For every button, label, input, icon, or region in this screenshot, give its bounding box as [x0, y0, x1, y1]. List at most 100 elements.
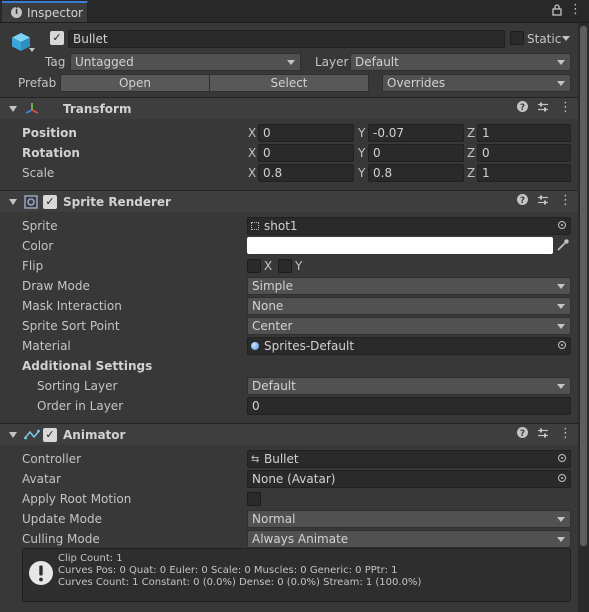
active-checkbox[interactable]: ✓: [50, 31, 64, 45]
avatar-value: None (Avatar): [252, 472, 336, 486]
tab-bar: [0, 0, 589, 23]
sprite-renderer-header[interactable]: ✓ Sprite Renderer ? ⋮: [0, 190, 578, 212]
kebab-menu-icon[interactable]: ⋮: [569, 3, 582, 17]
axis-z-label[interactable]: Z: [467, 125, 475, 141]
prefab-open-button[interactable]: Open: [60, 74, 210, 92]
scale-y-field[interactable]: 0.8: [368, 164, 464, 182]
sprite-field[interactable]: shot1: [247, 217, 571, 235]
apply-root-motion-label: Apply Root Motion: [22, 492, 132, 506]
sprite-sort-point-dropdown[interactable]: Center: [247, 317, 571, 335]
sprite-label: Sprite: [22, 219, 58, 233]
axis-x-label[interactable]: X: [248, 165, 256, 181]
order-in-layer-field[interactable]: 0: [247, 397, 571, 415]
chevron-down-icon: [557, 60, 565, 65]
object-picker-icon[interactable]: [558, 341, 566, 349]
eyedropper-icon[interactable]: [556, 238, 570, 255]
update-mode-label: Update Mode: [22, 512, 102, 526]
axis-z-label[interactable]: Z: [467, 145, 475, 161]
animator-info-box: Clip Count: 1 Curves Pos: 0 Quat: 0 Eule…: [22, 548, 571, 602]
object-picker-icon[interactable]: [558, 221, 566, 229]
kebab-menu-icon[interactable]: ⋮: [559, 194, 572, 208]
static-label: Static: [527, 32, 562, 46]
tab-inspector[interactable]: i Inspector: [2, 1, 88, 22]
animator-header[interactable]: ✓ Animator ? ⋮: [0, 423, 578, 445]
transform-header[interactable]: Transform ? ⋮: [0, 97, 578, 119]
layer-dropdown[interactable]: Default: [350, 53, 571, 71]
object-picker-icon[interactable]: [558, 474, 566, 482]
axis-y-label[interactable]: Y: [358, 145, 365, 161]
preset-sliders-icon[interactable]: [537, 194, 549, 209]
prefab-select-button[interactable]: Select: [209, 74, 369, 92]
draw-mode-value: Simple: [252, 279, 293, 293]
preset-sliders-icon[interactable]: [537, 101, 549, 116]
animator-icon: [24, 428, 40, 445]
help-icon[interactable]: ?: [517, 101, 528, 115]
position-z-field[interactable]: 1: [477, 124, 571, 142]
tag-dropdown[interactable]: Untagged: [70, 53, 301, 71]
info-line-curves-pos: Curves Pos: 0 Quat: 0 Euler: 0 Scale: 0 …: [58, 565, 398, 576]
static-dropdown-arrow[interactable]: [562, 36, 570, 41]
additional-settings-label[interactable]: Additional Settings: [22, 358, 152, 374]
icon-dropdown-arrow[interactable]: [29, 48, 35, 52]
svg-text:?: ?: [520, 196, 525, 205]
foldout-arrow-icon[interactable]: [9, 199, 17, 205]
preset-sliders-icon[interactable]: [537, 427, 549, 442]
flip-y-checkbox[interactable]: [278, 259, 292, 273]
layer-value: Default: [355, 55, 399, 69]
rotation-label: Rotation: [22, 146, 80, 160]
draw-mode-dropdown[interactable]: Simple: [247, 277, 571, 295]
avatar-label: Avatar: [22, 472, 61, 486]
sprite-renderer-enabled-checkbox[interactable]: ✓: [43, 195, 57, 209]
sprite-value: shot1: [264, 219, 298, 233]
foldout-arrow-icon[interactable]: [9, 106, 17, 112]
position-x-field[interactable]: 0: [258, 124, 354, 142]
scale-x-field[interactable]: 0.8: [258, 164, 354, 182]
transform-title: Transform: [63, 102, 132, 116]
axis-y-label[interactable]: Y: [358, 165, 365, 181]
sorting-layer-label: Sorting Layer: [37, 379, 118, 393]
color-swatch[interactable]: [247, 237, 553, 254]
help-icon[interactable]: ?: [517, 194, 528, 208]
flip-x-checkbox[interactable]: [247, 259, 261, 273]
rotation-z-field[interactable]: 0: [477, 144, 571, 162]
avatar-field[interactable]: None (Avatar): [247, 470, 571, 488]
sprite-renderer-icon: [24, 195, 38, 212]
mask-interaction-dropdown[interactable]: None: [247, 297, 571, 315]
controller-field[interactable]: ⇆ Bullet: [247, 450, 571, 468]
axis-y-label[interactable]: Y: [358, 125, 365, 141]
prefab-overrides-dropdown[interactable]: Overrides: [382, 74, 571, 92]
sprite-renderer-title: Sprite Renderer: [63, 195, 171, 209]
scale-z-field[interactable]: 1: [477, 164, 571, 182]
svg-text:?: ?: [520, 103, 525, 112]
static-checkbox[interactable]: [510, 31, 524, 45]
chevron-down-icon: [557, 537, 565, 542]
animator-enabled-checkbox[interactable]: ✓: [43, 428, 57, 442]
axis-x-label[interactable]: X: [248, 125, 256, 141]
help-icon[interactable]: ?: [517, 427, 528, 441]
kebab-menu-icon[interactable]: ⋮: [559, 427, 572, 441]
flip-y-label: Y: [295, 259, 303, 273]
update-mode-dropdown[interactable]: Normal: [247, 510, 571, 528]
update-mode-value: Normal: [252, 512, 296, 526]
rotation-y-field[interactable]: 0: [368, 144, 464, 162]
foldout-arrow-icon[interactable]: [9, 432, 17, 438]
axis-z-label[interactable]: Z: [467, 165, 475, 181]
rotation-x-field[interactable]: 0: [258, 144, 354, 162]
controller-label: Controller: [22, 452, 82, 466]
animator-controller-icon: ⇆: [251, 454, 260, 465]
material-field[interactable]: Sprites-Default: [247, 337, 571, 355]
object-picker-icon[interactable]: [558, 454, 566, 462]
animator-title: Animator: [63, 428, 126, 442]
sprite-sort-point-value: Center: [252, 319, 293, 333]
lock-icon[interactable]: [552, 4, 562, 19]
flip-label: Flip: [22, 259, 44, 273]
kebab-menu-icon[interactable]: ⋮: [559, 101, 572, 115]
position-y-field[interactable]: -0.07: [368, 124, 464, 142]
apply-root-motion-checkbox[interactable]: [247, 492, 261, 506]
controller-value: Bullet: [264, 452, 299, 466]
culling-mode-dropdown[interactable]: Always Animate: [247, 530, 571, 548]
object-name-field[interactable]: Bullet: [68, 30, 505, 48]
sorting-layer-dropdown[interactable]: Default: [247, 377, 571, 395]
scrollbar-thumb[interactable]: [580, 26, 587, 546]
axis-x-label[interactable]: X: [248, 145, 256, 161]
